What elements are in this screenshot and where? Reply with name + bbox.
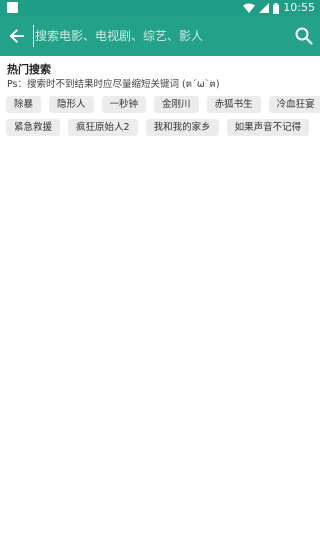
hot-tag[interactable]: 紧急救援 bbox=[6, 119, 61, 136]
arrow-left-icon bbox=[9, 29, 24, 43]
signal-icon bbox=[259, 3, 270, 13]
hot-tag[interactable]: 疯狂原始人2 bbox=[68, 119, 138, 136]
battery-icon bbox=[273, 2, 280, 14]
tag-row: 紧急救援 疯狂原始人2 我和我的家乡 如果声音不记得 bbox=[6, 119, 318, 136]
notification-icon bbox=[7, 2, 18, 13]
hot-tag[interactable]: 一秒钟 bbox=[101, 96, 147, 113]
hot-tag[interactable]: 赤狐书生 bbox=[206, 96, 261, 113]
status-bar: 10:55 bbox=[0, 0, 320, 16]
hot-tag[interactable]: 如果声音不记得 bbox=[226, 119, 310, 136]
search-app-bar bbox=[0, 16, 320, 56]
tag-row: 除暴 隐形人 一秒钟 金刚川 赤狐书生 冷血狂宴 bbox=[6, 96, 320, 113]
hot-tag[interactable]: 隐形人 bbox=[49, 96, 94, 113]
clock: 10:55 bbox=[283, 1, 315, 14]
hot-tag[interactable]: 我和我的家乡 bbox=[145, 119, 219, 136]
hot-tag[interactable]: 除暴 bbox=[6, 96, 42, 113]
search-button[interactable] bbox=[294, 26, 314, 46]
hot-tag[interactable]: 冷血狂宴 bbox=[268, 96, 320, 113]
hot-search-tags: 除暴 隐形人 一秒钟 金刚川 赤狐书生 冷血狂宴 紧急救援 疯狂原始人2 我和我… bbox=[6, 96, 320, 142]
wifi-icon bbox=[243, 3, 256, 13]
hot-search-section: 热门搜索 Ps：搜索时不到结果时应尽量缩短关键词 (ฅ´ω`ฅ) bbox=[7, 63, 317, 91]
search-hint: Ps：搜索时不到结果时应尽量缩短关键词 (ฅ´ω`ฅ) bbox=[7, 79, 220, 90]
status-icons: 10:55 bbox=[243, 0, 315, 16]
search-icon bbox=[295, 27, 313, 45]
back-button[interactable] bbox=[6, 25, 28, 47]
hot-tag[interactable]: 金刚川 bbox=[154, 96, 199, 113]
search-input[interactable] bbox=[33, 25, 283, 47]
hot-search-title: 热门搜索 bbox=[7, 63, 51, 76]
